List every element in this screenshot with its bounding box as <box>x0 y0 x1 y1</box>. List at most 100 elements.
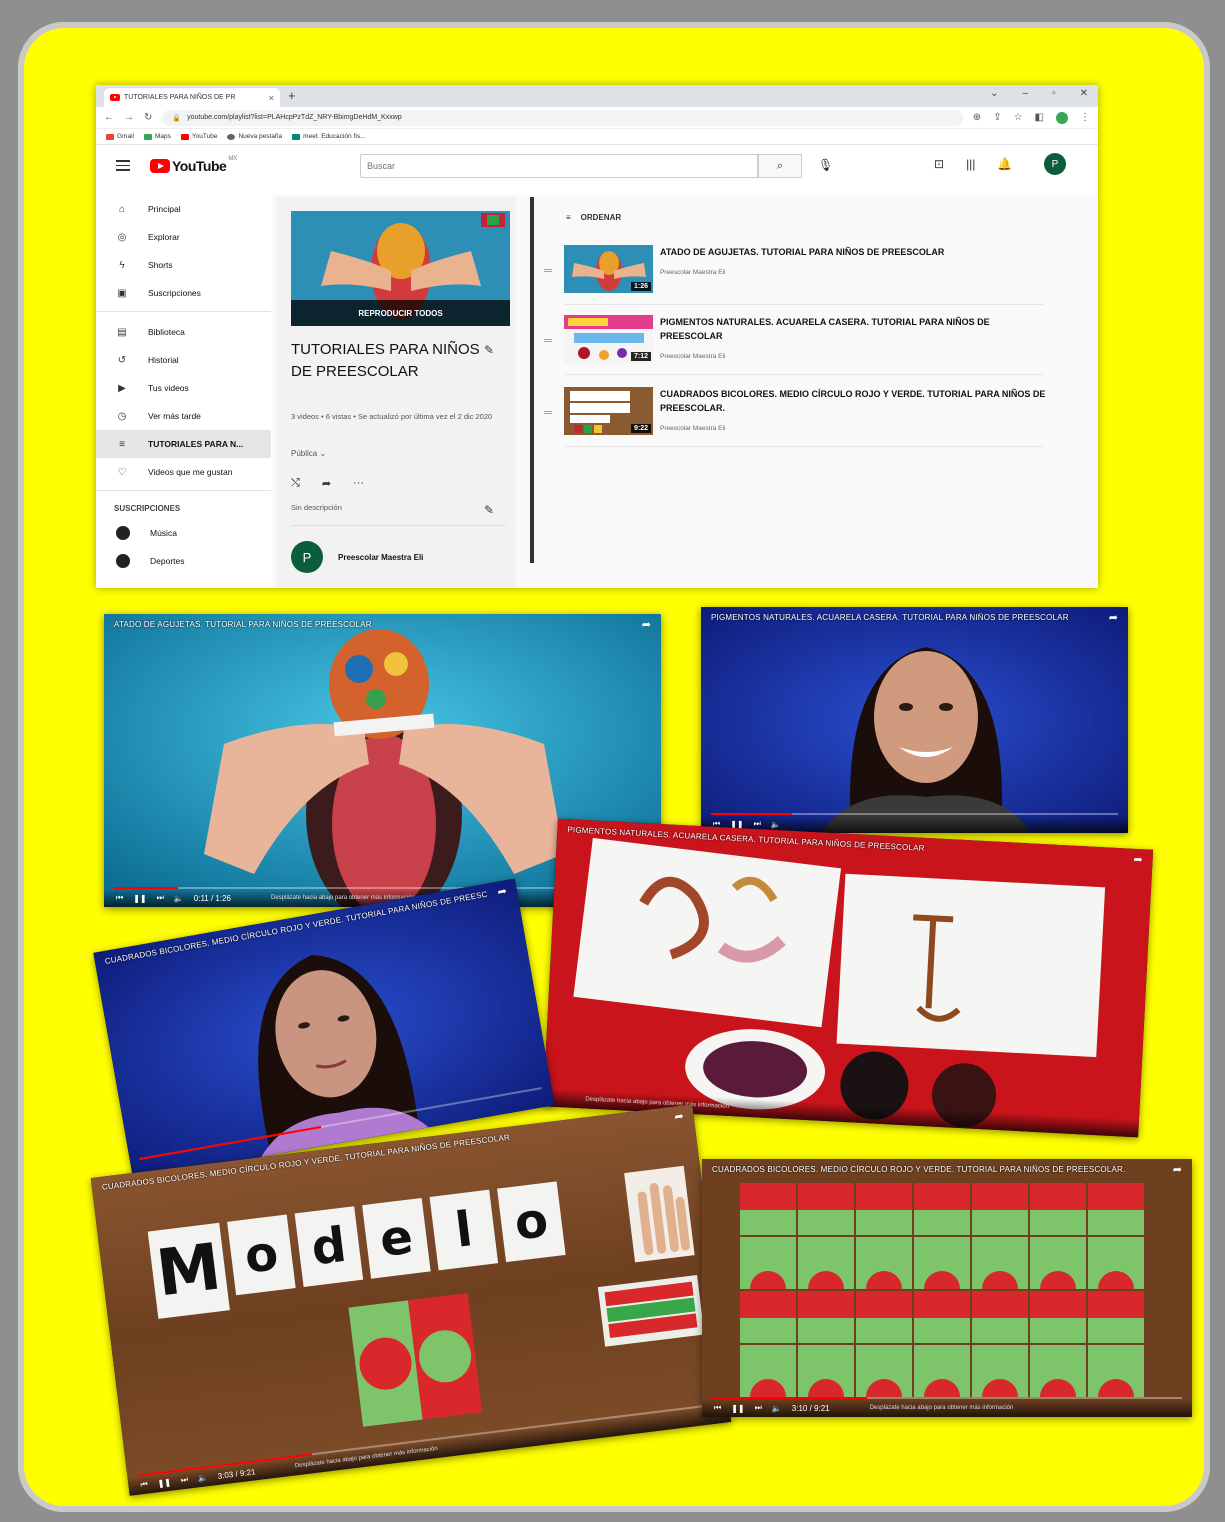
video-thumbnail[interactable]: 9:22 <box>564 387 653 435</box>
previous-icon[interactable]: ⏮ <box>140 1479 148 1490</box>
shuffle-icon[interactable]: ⤭ <box>291 477 300 490</box>
user-avatar[interactable]: P <box>1044 153 1066 175</box>
video-title[interactable]: CUADRADOS BICOLORES. MEDIO CÍRCULO ROJO … <box>660 387 1050 415</box>
sidebar-item-videos-que-me-gustan[interactable]: ♡ Videos que me gustan <box>96 458 271 486</box>
youtube-logo[interactable]: YouTube MX <box>150 156 237 174</box>
share-icon[interactable]: ➦ <box>1109 611 1118 624</box>
new-tab-button[interactable]: + <box>288 88 296 103</box>
pause-icon[interactable]: ❚❚ <box>157 1477 171 1488</box>
next-icon[interactable]: ⏭ <box>180 1475 188 1486</box>
history-icon: ↺ <box>117 354 127 366</box>
bookmark-star-icon[interactable]: ☆ <box>1014 112 1023 123</box>
minimize-icon[interactable]: – <box>1023 88 1029 99</box>
create-video-icon[interactable]: ⊡ <box>934 157 944 171</box>
address-bar-actions: ⊕ ⇪ ☆ ◧ ⋮ <box>973 111 1090 124</box>
microphone-icon[interactable]: 🎙 <box>818 158 833 172</box>
sort-button[interactable]: ≡ ORDENAR <box>566 213 621 222</box>
sidebar-item-ver-mas-tarde[interactable]: ◷ Ver más tarde <box>96 402 271 430</box>
sidebar-item-biblioteca[interactable]: ▤ Biblioteca <box>96 318 271 346</box>
share-icon[interactable]: ➦ <box>497 884 508 898</box>
share-page-icon[interactable]: ⇪ <box>993 112 1001 123</box>
video-channel[interactable]: Preescolar Maestra Eli <box>660 269 725 276</box>
video-title[interactable]: ATADO DE AGUJETAS. TUTORIAL PARA NIÑOS D… <box>660 245 1050 259</box>
close-window-icon[interactable]: ✕ <box>1080 88 1088 99</box>
bookmark-youtube[interactable]: YouTube <box>180 133 217 140</box>
share-icon[interactable]: ➦ <box>674 1109 685 1123</box>
drag-handle-icon[interactable]: ═ <box>544 407 552 419</box>
meet-icon <box>292 133 301 140</box>
video-frame-teacher[interactable]: PIGMENTOS NATURALES. ACUARELA CASERA. TU… <box>701 607 1128 833</box>
pause-icon[interactable]: ❚❚ <box>133 894 146 903</box>
video-title[interactable]: PIGMENTOS NATURALES. ACUARELA CASERA. TU… <box>660 315 1050 343</box>
url-field[interactable]: 🔒 youtube.com/playlist?list=PLAHcpPzTdZ_… <box>162 109 963 126</box>
playlist-thumbnail[interactable]: REPRODUCIR TODOS <box>291 211 510 326</box>
bookmark-gmail[interactable]: Gmail <box>106 133 134 140</box>
browser-tab[interactable]: TUTORIALES PARA NIÑOS DE PR × <box>104 88 280 107</box>
bookmark-new-tab[interactable]: Nueva pestaña <box>227 133 282 140</box>
hamburger-menu-icon[interactable] <box>116 160 130 174</box>
sidebar-item-tus-videos[interactable]: ▶ Tus videos <box>96 374 271 402</box>
search-input[interactable] <box>360 154 758 178</box>
sidebar-item-deportes[interactable]: Deportes <box>96 547 271 575</box>
share-icon[interactable]: ➦ <box>642 618 651 631</box>
volume-icon[interactable]: 🔈 <box>771 820 781 829</box>
volume-icon[interactable]: 🔈 <box>197 1473 208 1483</box>
privacy-dropdown[interactable]: Pública ⌄ <box>291 449 326 458</box>
share-icon[interactable]: ➦ <box>322 477 331 490</box>
owner-name[interactable]: Preescolar Maestra Eli <box>338 553 423 562</box>
video-channel[interactable]: Preescolar Maestra Eli <box>660 353 725 360</box>
edit-description-pencil-icon[interactable]: ✎ <box>484 503 494 517</box>
menu-dots-icon[interactable]: ⋮ <box>1080 112 1090 123</box>
volume-icon[interactable]: 🔈 <box>174 894 184 903</box>
video-channel[interactable]: Preescolar Maestra Eli <box>660 425 725 432</box>
profile-avatar[interactable] <box>1056 111 1068 124</box>
share-icon[interactable]: ➦ <box>1173 1163 1182 1176</box>
tab-search-icon[interactable]: ⌄ <box>990 88 998 99</box>
sidebar-item-musica[interactable]: Música <box>96 519 271 547</box>
list-item[interactable]: ═ 7:12 PIGMENTOS NATURALES. ACUARELA CAS… <box>544 315 1044 375</box>
restore-icon[interactable]: ▫ <box>1052 88 1056 99</box>
sidebar-item-tutoriales[interactable]: ≡ TUTORIALES PARA N... <box>96 430 271 458</box>
pause-icon[interactable]: ❚❚ <box>731 1404 744 1413</box>
edit-title-pencil-icon[interactable]: ✎ <box>484 343 494 357</box>
owner-avatar[interactable]: P <box>291 541 323 573</box>
more-options-icon[interactable]: ··· <box>353 477 364 490</box>
next-icon[interactable]: ⏭ <box>157 893 164 903</box>
sidebar-item-suscripciones[interactable]: ▣ Suscripciones <box>96 279 271 307</box>
video-frame-watercolor[interactable]: PIGMENTOS NATURALES. ACUARELA CASERA. TU… <box>542 818 1154 1138</box>
bookmark-maps[interactable]: Maps <box>143 133 171 140</box>
back-icon[interactable]: ← <box>104 112 114 123</box>
sidebar-item-explorar[interactable]: ◎ Explorar <box>96 223 271 251</box>
sidepanel-icon[interactable]: ◧ <box>1035 112 1044 123</box>
grid-cell-top <box>1030 1345 1086 1372</box>
drag-handle-icon[interactable]: ═ <box>544 335 552 347</box>
sidebar-item-shorts[interactable]: ϟ Shorts <box>96 251 271 279</box>
share-icon[interactable]: ➦ <box>1133 853 1143 866</box>
previous-icon[interactable]: ⏮ <box>116 893 123 903</box>
close-tab-icon[interactable]: × <box>269 93 274 103</box>
sidebar-item-principal[interactable]: ⌂ Principal <box>96 195 271 223</box>
maps-icon <box>143 133 152 140</box>
install-icon[interactable]: ⊕ <box>973 112 981 123</box>
next-icon[interactable]: ⏭ <box>754 819 761 829</box>
list-item[interactable]: ═ 1:26 ATADO DE AGUJETAS. TUTORIAL PARA … <box>544 245 1044 305</box>
video-thumbnail[interactable]: 7:12 <box>564 315 653 363</box>
bookmark-meet[interactable]: meet. Educación fís... <box>292 133 366 140</box>
panel-scrollbar[interactable] <box>530 197 534 563</box>
volume-icon[interactable]: 🔈 <box>772 1404 782 1413</box>
apps-icon[interactable]: ||| <box>966 157 975 171</box>
next-icon[interactable]: ⏭ <box>755 1403 762 1413</box>
forward-icon[interactable]: → <box>124 112 134 123</box>
notifications-bell-icon[interactable]: 🔔 <box>997 157 1012 171</box>
reload-icon[interactable]: ↻ <box>144 112 152 123</box>
video-frame-grid[interactable]: CUADRADOS BICOLORES. MEDIO CÍRCULO ROJO … <box>702 1159 1192 1417</box>
sidebar-item-historial[interactable]: ↺ Historial <box>96 346 271 374</box>
globe-icon <box>227 133 236 140</box>
search-button[interactable]: ⌕ <box>758 154 802 178</box>
browser-window: TUTORIALES PARA NIÑOS DE PR × + ⌄ – ▫ ✕ … <box>96 85 1098 588</box>
drag-handle-icon[interactable]: ═ <box>544 265 552 277</box>
previous-icon[interactable]: ⏮ <box>714 1403 721 1413</box>
list-item[interactable]: ═ 9:22 CUADRADOS BICOLORES. MEDIO CÍRCUL… <box>544 387 1045 447</box>
play-all-button[interactable]: REPRODUCIR TODOS <box>291 300 510 326</box>
video-thumbnail[interactable]: 1:26 <box>564 245 653 293</box>
